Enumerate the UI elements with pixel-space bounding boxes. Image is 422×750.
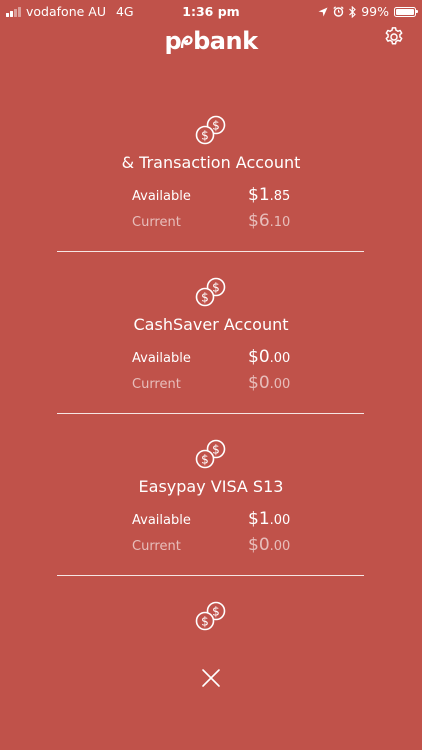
settings-button[interactable] bbox=[383, 26, 405, 48]
available-dollars: $1 bbox=[248, 185, 270, 205]
divider bbox=[57, 251, 364, 252]
gear-icon bbox=[385, 27, 403, 45]
current-dollars: $0 bbox=[248, 373, 270, 393]
available-cents: .00 bbox=[269, 351, 291, 366]
current-row: Current $6.10 bbox=[132, 211, 422, 231]
coins-icon: $ $ bbox=[195, 277, 226, 307]
available-label: Available bbox=[132, 351, 191, 366]
svg-text:$: $ bbox=[212, 443, 220, 457]
svg-text:$: $ bbox=[201, 615, 209, 629]
available-row: Available $1.00 bbox=[132, 509, 422, 529]
available-dollars: $1 bbox=[248, 509, 270, 529]
coins-icon: $ $ bbox=[195, 601, 226, 631]
account-name: CashSaver Account bbox=[133, 315, 289, 334]
logo-text: bank bbox=[193, 27, 258, 55]
bluetooth-icon bbox=[349, 5, 356, 18]
status-bar: vodafone AU 4G 1:36 pm 99% bbox=[0, 0, 422, 22]
location-arrow-icon bbox=[318, 7, 328, 16]
available-dollars: $0 bbox=[248, 347, 270, 367]
svg-text:$: $ bbox=[201, 129, 209, 143]
divider bbox=[57, 413, 364, 414]
svg-text:$: $ bbox=[212, 281, 220, 295]
current-row: Current $0.00 bbox=[132, 373, 422, 393]
account-name: Easypay VISA S13 bbox=[138, 477, 284, 496]
divider bbox=[57, 575, 364, 576]
current-dollars: $6 bbox=[248, 211, 270, 231]
svg-text:$: $ bbox=[212, 605, 220, 619]
current-amount: $0.00 bbox=[248, 373, 290, 393]
available-amount: $0.00 bbox=[248, 347, 290, 367]
current-dollars: $0 bbox=[248, 535, 270, 555]
svg-text:$: $ bbox=[201, 453, 209, 467]
close-icon bbox=[202, 669, 220, 687]
available-row: Available $0.00 bbox=[132, 347, 422, 367]
logo-prefix: p bbox=[164, 27, 182, 55]
current-cents: .00 bbox=[269, 377, 291, 392]
available-cents: .85 bbox=[269, 189, 291, 204]
available-cents: .00 bbox=[269, 513, 291, 528]
current-amount: $0.00 bbox=[248, 535, 290, 555]
bank-logo: p bank bbox=[0, 27, 422, 55]
alarm-clock-icon bbox=[333, 6, 344, 17]
available-label: Available bbox=[132, 513, 191, 528]
available-amount: $1.85 bbox=[248, 185, 290, 205]
available-row: Available $1.85 bbox=[132, 185, 422, 205]
available-amount: $1.00 bbox=[248, 509, 290, 529]
current-label: Current bbox=[132, 539, 181, 554]
current-cents: .00 bbox=[269, 539, 291, 554]
svg-text:$: $ bbox=[201, 291, 209, 305]
account-name: & Transaction Account bbox=[121, 153, 301, 172]
battery-fill bbox=[396, 8, 414, 15]
coins-icon: $ $ bbox=[195, 439, 226, 469]
available-label: Available bbox=[132, 189, 191, 204]
current-label: Current bbox=[132, 215, 181, 230]
status-right: 99% bbox=[318, 4, 418, 19]
current-label: Current bbox=[132, 377, 181, 392]
close-button[interactable] bbox=[201, 668, 221, 688]
current-amount: $6.10 bbox=[248, 211, 290, 231]
coins-icon: $ $ bbox=[195, 115, 226, 145]
svg-text:$: $ bbox=[212, 119, 220, 133]
battery-icon bbox=[394, 6, 418, 17]
current-row: Current $0.00 bbox=[132, 535, 422, 555]
battery-percent: 99% bbox=[361, 4, 389, 19]
current-cents: .10 bbox=[269, 215, 291, 230]
